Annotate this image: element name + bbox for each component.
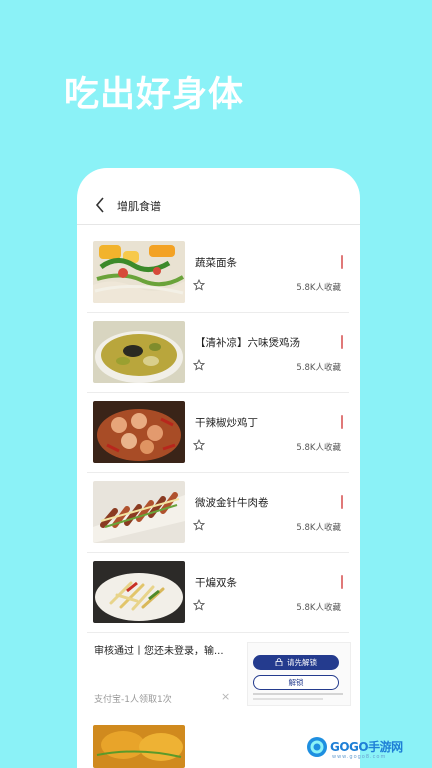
unlock-first-label: 请先解锁 — [287, 658, 317, 667]
favorite-count: 5.8K人收藏 — [296, 283, 341, 293]
favorite-count: 5.8K人收藏 — [296, 523, 341, 533]
star-icon[interactable] — [193, 279, 205, 291]
unlock-first-button[interactable]: 请先解锁 — [253, 655, 339, 670]
recipe-thumbnail — [93, 481, 185, 543]
accent-mark — [341, 335, 343, 349]
accent-mark — [341, 575, 343, 589]
chevron-left-icon[interactable] — [95, 197, 105, 213]
ad-banner[interactable]: 请先解锁 解锁 — [247, 642, 351, 706]
hero-title: 吃出好身体 — [64, 75, 245, 115]
recipe-thumbnail — [93, 401, 185, 463]
recipe-item[interactable]: 【清补凉】六味煲鸡汤 5.8K人收藏 — [87, 313, 349, 393]
star-icon[interactable] — [193, 519, 205, 531]
watermark-logo: GOGO手游网 www.gogo8.com — [306, 734, 406, 764]
lock-icon — [275, 658, 283, 666]
favorite-count: 5.8K人收藏 — [296, 363, 341, 373]
recipe-thumbnail — [93, 725, 185, 768]
recipe-item[interactable]: 干辣椒炒鸡丁 5.8K人收藏 — [87, 393, 349, 473]
favorite-count: 5.8K人收藏 — [296, 603, 341, 613]
recipe-item[interactable]: 微波金针牛肉卷 5.8K人收藏 — [87, 473, 349, 553]
ad-fine-print — [253, 698, 323, 700]
page-title: 增肌食谱 — [117, 200, 161, 213]
accent-mark — [341, 255, 343, 269]
recipe-name: 微波金针牛肉卷 — [195, 497, 269, 509]
recipe-name: 蔬菜面条 — [195, 257, 237, 269]
ad-close-button[interactable]: × — [221, 690, 230, 703]
ad-card[interactable]: 审核通过丨您还未登录，输... 支付宝-1人领取1次 × 请先解锁 解锁 — [87, 636, 351, 708]
star-icon[interactable] — [193, 359, 205, 371]
recipe-name: 干辣椒炒鸡丁 — [195, 417, 258, 429]
favorite-count: 5.8K人收藏 — [296, 443, 341, 453]
recipe-item[interactable]: 蔬菜面条 5.8K人收藏 — [87, 233, 349, 313]
star-icon[interactable] — [193, 599, 205, 611]
recipe-name: 干煸双条 — [195, 577, 237, 589]
phone-screen: 增肌食谱 蔬菜面条 5.8K人收藏 【清补凉】六味煲鸡汤 5.8K人收藏 干辣椒… — [77, 168, 360, 768]
watermark-brand: GOGO手游网 — [330, 740, 403, 754]
gamepad-logo-icon — [307, 737, 327, 757]
ad-fine-print — [253, 693, 343, 695]
ad-source: 支付宝-1人领取1次 — [94, 695, 172, 705]
star-icon[interactable] — [193, 439, 205, 451]
ad-title[interactable]: 审核通过丨您还未登录，输... — [94, 642, 224, 657]
recipe-thumbnail — [93, 321, 185, 383]
recipe-name: 【清补凉】六味煲鸡汤 — [195, 337, 300, 349]
accent-mark — [341, 495, 343, 509]
watermark-url: www.gogo8.com — [332, 754, 387, 760]
unlock-button[interactable]: 解锁 — [253, 675, 339, 690]
recipe-thumbnail — [93, 241, 185, 303]
recipe-thumbnail — [93, 561, 185, 623]
recipe-item[interactable]: 干煸双条 5.8K人收藏 — [87, 553, 349, 633]
nav-bar: 增肌食谱 — [77, 168, 360, 225]
accent-mark — [341, 415, 343, 429]
